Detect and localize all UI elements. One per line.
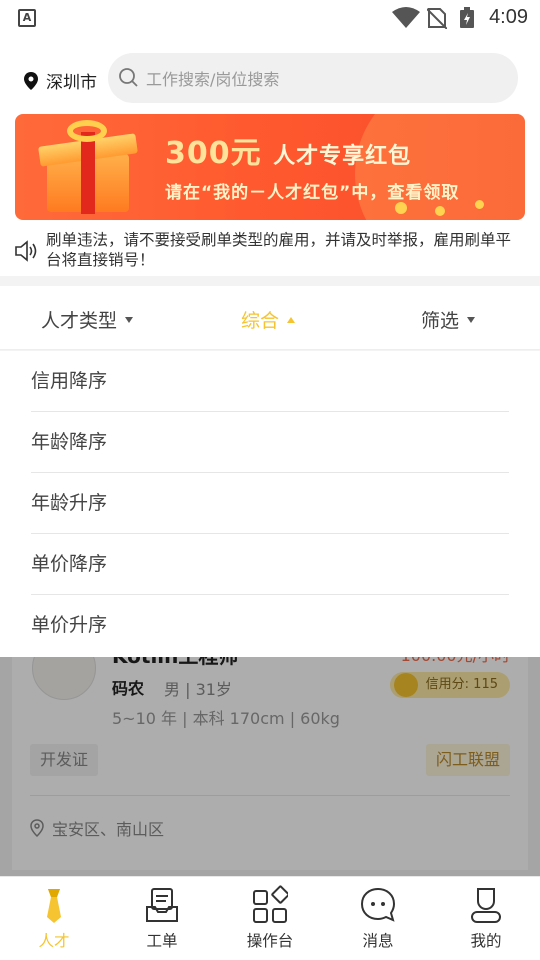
tab-console[interactable]: 操作台 <box>216 877 324 960</box>
sort-option-credit-desc[interactable]: 信用降序 <box>31 351 509 412</box>
banner-title: 300元 人才专享红包 <box>165 128 411 172</box>
location-pin-icon <box>24 71 38 90</box>
filter-comprehensive[interactable]: 综合 <box>241 306 296 333</box>
tab-label: 我的 <box>470 932 502 950</box>
sort-option-price-desc[interactable]: 单价降序 <box>31 534 509 595</box>
sort-option-price-asc[interactable]: 单价升序 <box>31 595 509 656</box>
tab-label: 人才 <box>38 932 70 950</box>
filter-talent-type[interactable]: 人才类型 <box>41 306 134 333</box>
search-icon <box>119 68 138 87</box>
tab-messages[interactable]: 消息 <box>324 877 432 960</box>
speaker-icon <box>15 240 37 262</box>
filter-label: 综合 <box>241 310 280 332</box>
search-input[interactable]: 工作搜索/岗位搜索 <box>108 53 518 103</box>
tab-label: 工单 <box>146 932 178 950</box>
tab-talent[interactable]: 人才 <box>0 877 108 960</box>
battery-charging-icon <box>460 7 474 28</box>
status-time: 4:09 <box>489 6 528 28</box>
sort-option-age-asc[interactable]: 年龄升序 <box>31 473 509 534</box>
coin-decoration <box>395 202 407 214</box>
coin-decoration <box>435 206 445 216</box>
anti-fraud-notice: 刷单违法，请不要接受刷单类型的雇用，并请及时举报，雇用刷单平台将直接销号！ <box>14 230 514 270</box>
app-a-icon: A <box>18 9 36 27</box>
grid-icon <box>253 885 288 923</box>
gift-bow <box>67 120 107 142</box>
coin-decoration <box>475 200 484 209</box>
user-icon <box>471 888 501 923</box>
tab-label: 消息 <box>362 932 394 950</box>
caret-down-icon <box>467 316 476 323</box>
tab-mine[interactable]: 我的 <box>432 877 540 960</box>
filter-bar: 人才类型 综合 筛选 <box>0 286 540 350</box>
wifi-icon <box>392 7 420 28</box>
red-packet-banner[interactable]: 300元 人才专享红包 请在“我的－人才红包”中，查看领取 <box>15 114 525 220</box>
dropdown-overlay[interactable] <box>0 657 540 876</box>
banner-amount: 300元 <box>165 136 262 171</box>
inbox-icon <box>146 888 178 922</box>
filter-screen[interactable]: 筛选 <box>421 306 476 333</box>
caret-up-icon <box>287 316 296 323</box>
header: 深圳市 工作搜索/岗位搜索 300元 人才专享红包 请在“我的－人才红包”中，查… <box>0 36 540 276</box>
sort-dropdown: 信用降序 年龄降序 年龄升序 单价降序 单价升序 <box>0 351 540 657</box>
no-sim-icon <box>427 8 447 29</box>
filter-label: 筛选 <box>421 310 460 332</box>
gift-ribbon <box>81 132 95 214</box>
banner-title-text: 人才专享红包 <box>273 144 412 169</box>
banner-subtitle: 请在“我的－人才红包”中，查看领取 <box>165 183 460 203</box>
tie-icon <box>47 889 61 923</box>
sort-option-age-desc[interactable]: 年龄降序 <box>31 412 509 473</box>
filter-label: 人才类型 <box>41 310 118 332</box>
search-placeholder: 工作搜索/岗位搜索 <box>146 70 280 89</box>
caret-down-icon <box>125 316 134 323</box>
bottom-tab-bar: 人才 工单 操作台 消息 我的 <box>0 876 540 960</box>
location-selector[interactable]: 深圳市 <box>24 68 97 93</box>
notice-text: 刷单违法，请不要接受刷单类型的雇用，并请及时举报，雇用刷单平台将直接销号！ <box>46 231 512 269</box>
status-bar: A 4:09 <box>0 0 540 36</box>
location-city: 深圳市 <box>46 73 97 93</box>
tab-work-order[interactable]: 工单 <box>108 877 216 960</box>
tab-label: 操作台 <box>246 932 294 950</box>
chat-icon <box>360 887 396 922</box>
